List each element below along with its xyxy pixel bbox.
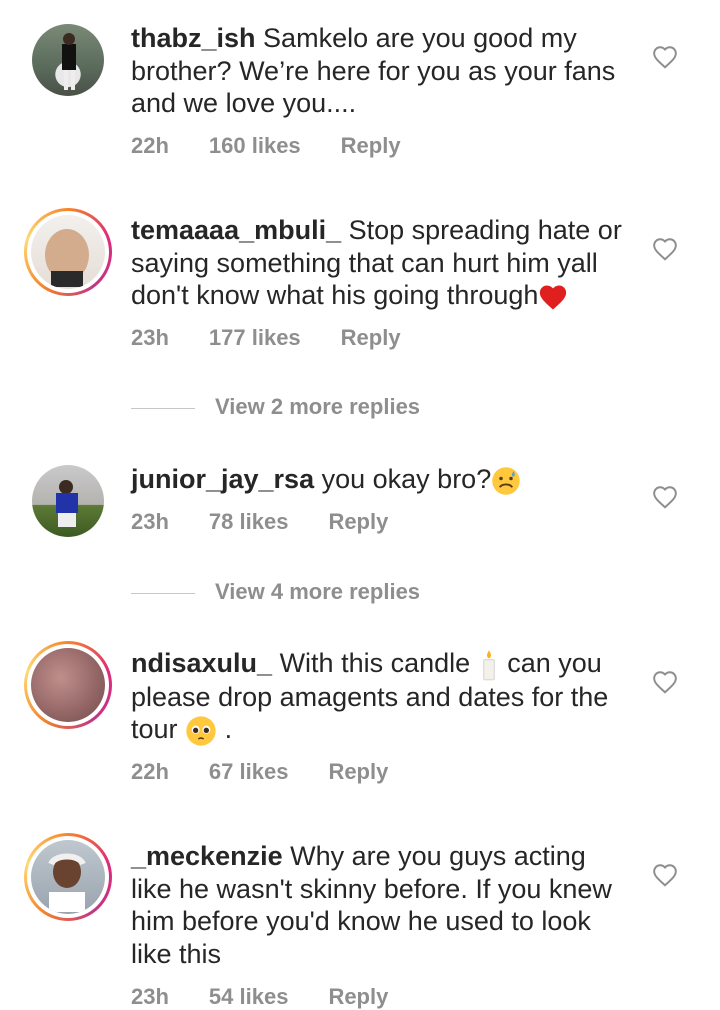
divider [131, 592, 195, 594]
avatar-story-ring[interactable] [24, 208, 112, 296]
timestamp: 23h [131, 984, 169, 1009]
like-count[interactable]: 160 likes [209, 133, 301, 158]
comment-text: ndisaxulu_ With this candle can you plea… [131, 647, 626, 747]
reply-button[interactable]: Reply [341, 325, 401, 350]
comment-body: With this candle [279, 648, 471, 678]
username[interactable]: temaaaa_mbuli_ [131, 215, 341, 245]
heart-outline-icon[interactable] [652, 45, 678, 69]
avatar-photo [62, 33, 76, 90]
avatar[interactable] [32, 24, 104, 96]
timestamp: 23h [131, 325, 169, 350]
like-count[interactable]: 177 likes [209, 325, 301, 350]
avatar-story-ring[interactable] [24, 833, 112, 921]
heart-outline-icon[interactable] [652, 485, 678, 509]
comment-text: junior_jay_rsa you okay bro? [131, 463, 626, 496]
view-more-label: View 4 more replies [215, 579, 421, 604]
avatar-photo [56, 480, 78, 527]
comment-meta: 22h 67 likes Reply [131, 759, 428, 785]
username[interactable]: thabz_ish [131, 23, 256, 53]
heart-outline-icon[interactable] [652, 237, 678, 261]
divider [131, 407, 195, 409]
like-count[interactable]: 54 likes [209, 984, 289, 1009]
red-heart-emoji [540, 285, 567, 310]
avatar-photo [48, 853, 86, 912]
comment-text: _meckenzie Why are you guys acting like … [131, 840, 626, 970]
avatar[interactable] [32, 465, 104, 537]
view-more-replies-button[interactable]: View 2 more replies [131, 394, 420, 420]
comment-text: thabz_ish Samkelo are you good my brothe… [131, 22, 626, 120]
avatar-story-ring[interactable] [24, 641, 112, 729]
reply-button[interactable]: Reply [328, 984, 388, 1009]
comment-meta: 22h 160 likes Reply [131, 133, 441, 159]
comment-meta: 23h 177 likes Reply [131, 325, 441, 351]
username[interactable]: junior_jay_rsa [131, 464, 314, 494]
avatar-photo [45, 229, 89, 287]
timestamp: 23h [131, 509, 169, 534]
candle-emoji [482, 650, 495, 681]
reply-button[interactable]: Reply [341, 133, 401, 158]
comment-meta: 23h 54 likes Reply [131, 984, 428, 1010]
timestamp: 22h [131, 759, 169, 784]
comment-meta: 23h 78 likes Reply [131, 509, 428, 535]
heart-outline-icon[interactable] [652, 670, 678, 694]
view-more-label: View 2 more replies [215, 394, 421, 419]
timestamp: 22h [131, 133, 169, 158]
comment-body: you okay bro? [321, 464, 492, 494]
heart-outline-icon[interactable] [652, 863, 678, 887]
like-count[interactable]: 78 likes [209, 509, 289, 534]
username[interactable]: ndisaxulu_ [131, 648, 272, 678]
reply-button[interactable]: Reply [328, 509, 388, 534]
comment-body-end: . [224, 714, 233, 745]
comment-text: temaaaa_mbuli_ Stop spreading hate or sa… [131, 214, 626, 312]
view-more-replies-button[interactable]: View 4 more replies [131, 579, 420, 605]
pleading-face-emoji [186, 716, 216, 746]
reply-button[interactable]: Reply [328, 759, 388, 784]
sad-sweat-face-emoji [492, 467, 520, 495]
like-count[interactable]: 67 likes [209, 759, 289, 784]
username[interactable]: _meckenzie [131, 841, 283, 871]
